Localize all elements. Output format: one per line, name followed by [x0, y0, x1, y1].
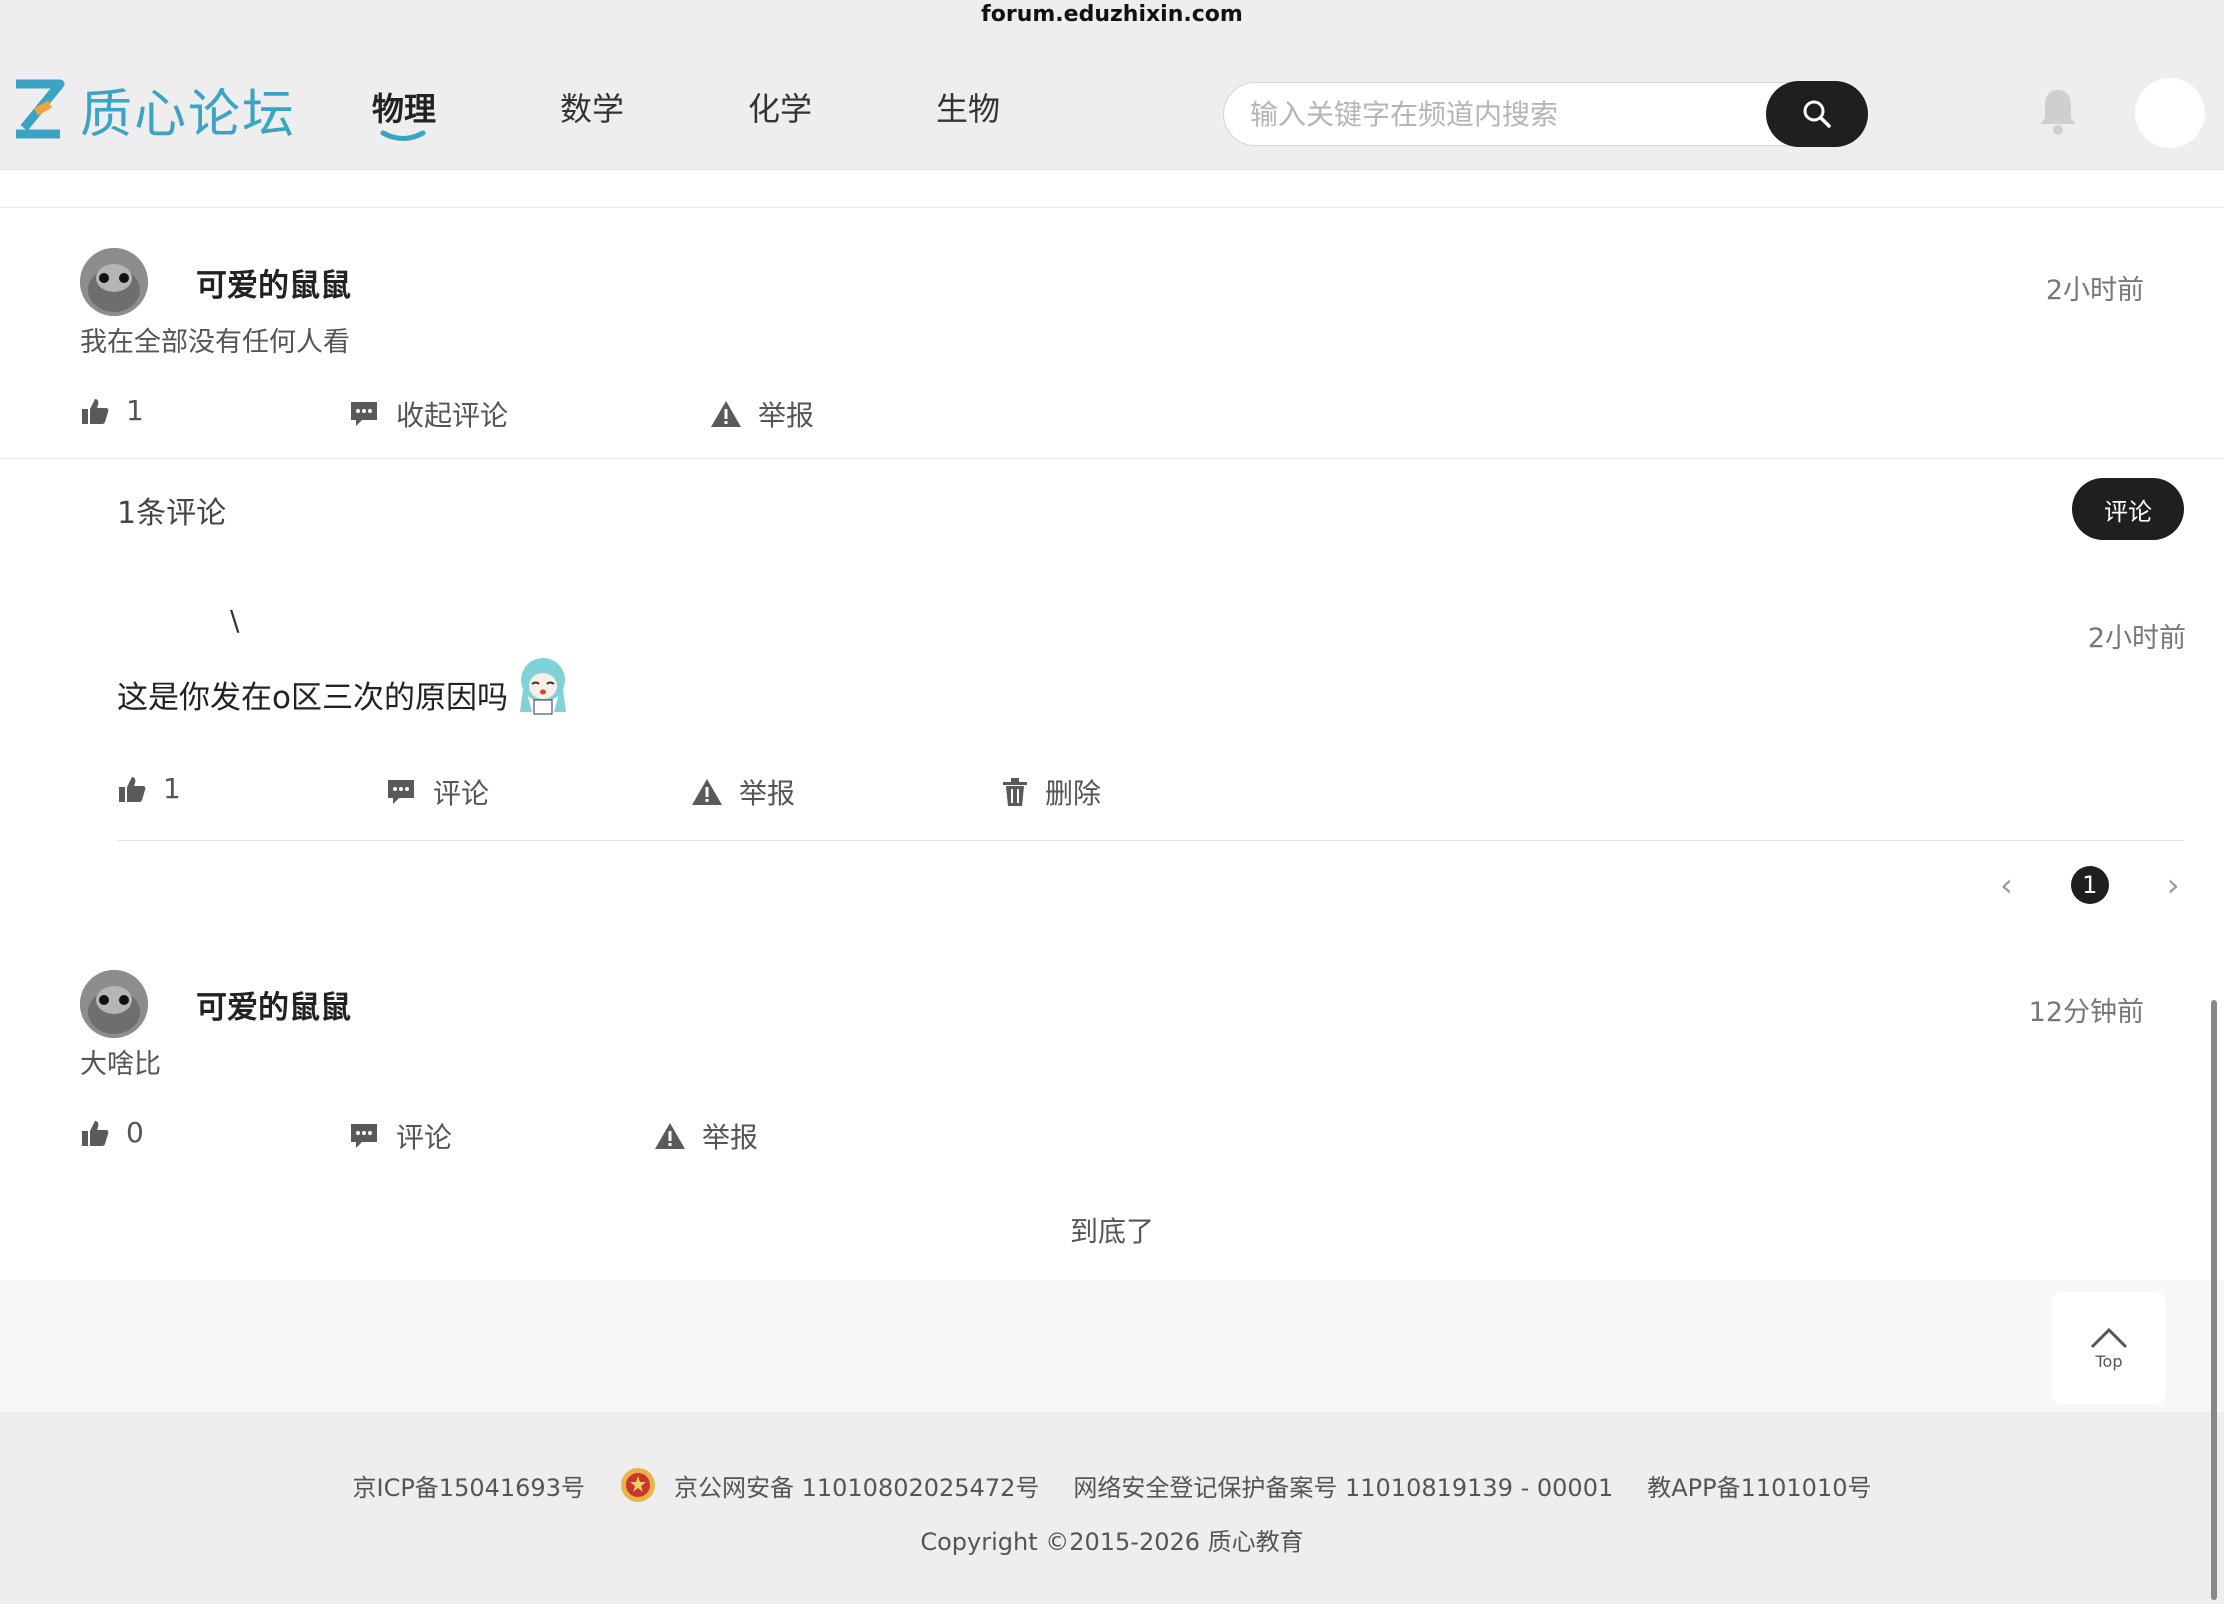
reply-delete-button[interactable]: 删除 [1001, 772, 1101, 812]
browser-url: forum.eduzhixin.com [0, 0, 2224, 34]
post-time: 12分钟前 [2028, 997, 2144, 1028]
post-actions: 1 收起评论 举报 [80, 394, 1280, 434]
comment-label: 收起评论 [396, 399, 509, 432]
nav-tab-label: 生物 [936, 90, 1001, 128]
like-button[interactable]: 1 [80, 394, 144, 427]
report-button[interactable]: 举报 [710, 394, 814, 434]
warning-icon [711, 401, 741, 427]
reply-report-button[interactable]: 举报 [691, 772, 795, 812]
next-page-button[interactable]: › [2167, 866, 2180, 904]
site-footer: 京ICP备15041693号 京公网安备 11010802025472号 网络安… [0, 1412, 2224, 1604]
warning-icon [692, 779, 722, 805]
thumbs-up-icon [82, 1120, 109, 1146]
author-avatar[interactable] [80, 248, 148, 316]
post-text: 我在全部没有任何人看 [80, 327, 350, 358]
page-number-current[interactable]: 1 [2070, 866, 2109, 904]
nav-tab-physics[interactable]: 物理 [372, 84, 436, 144]
police-record-link[interactable]: 京公网安备 11010802025472号 [674, 1468, 1039, 1503]
like-count: 1 [163, 772, 181, 805]
police-badge-icon [620, 1468, 655, 1502]
post-text: 大啥比 [80, 1049, 161, 1080]
end-of-list-text: 到底了 [1069, 1215, 1154, 1248]
post-list: 可爱的鼠鼠 2小时前 我在全部没有任何人看 1 收起评论 举报 1条评论 评论 … [0, 170, 2224, 1280]
site-header: 质心论坛 物理 数学 化学 生物 [0, 34, 2224, 170]
bell-icon[interactable] [2037, 86, 2079, 136]
zhixin-logo-icon [16, 79, 65, 139]
chevron-up-icon [2090, 1327, 2128, 1348]
trash-icon [1003, 778, 1027, 806]
report-label: 举报 [758, 399, 815, 432]
page-gap [0, 1280, 2224, 1412]
user-avatar[interactable] [2135, 78, 2205, 148]
pagination: ‹ 1 › [2000, 866, 2180, 904]
icp-link[interactable]: 京ICP备15041693号 [353, 1468, 585, 1503]
scrollbar[interactable] [2211, 1000, 2217, 1600]
author-avatar[interactable] [80, 970, 148, 1038]
subject-nav: 物理 数学 化学 生物 [372, 84, 1124, 144]
hamster-avatar-icon [80, 970, 148, 1038]
like-button[interactable]: 0 [80, 1116, 144, 1149]
nav-tab-label: 化学 [748, 90, 813, 128]
nav-tab-biology[interactable]: 生物 [936, 84, 1000, 144]
reply-time: 2小时前 [2087, 623, 2186, 654]
warning-icon [655, 1123, 685, 1149]
author-name[interactable]: 可爱的鼠鼠 [196, 260, 351, 305]
divider [0, 458, 2224, 459]
previous-post-actions-clipped [0, 170, 2224, 208]
toggle-comments-button[interactable]: 收起评论 [348, 394, 508, 434]
reply-actions: 1 评论 举报 删除 [117, 772, 1317, 812]
report-button[interactable]: 举报 [654, 1116, 758, 1156]
anime-sticker-icon [519, 658, 566, 715]
comment-count: 1条评论 [117, 496, 227, 531]
post-actions: 0 评论 举报 [80, 1116, 1280, 1156]
delete-label: 删除 [1045, 777, 1102, 810]
prev-page-button[interactable]: ‹ [2000, 866, 2013, 904]
comment-button[interactable]: 评论 [348, 1116, 452, 1156]
logo-text: 质心论坛 [80, 84, 297, 145]
like-count: 0 [126, 1116, 144, 1149]
reply-author-name[interactable]: \ [230, 604, 239, 637]
search-box [1223, 81, 1868, 147]
search-icon [1803, 100, 1831, 128]
comment-label: 评论 [433, 777, 490, 810]
nav-tab-label: 物理 [372, 90, 437, 128]
post-time: 2小时前 [2045, 275, 2144, 306]
active-tab-indicator [380, 130, 426, 141]
hamster-avatar-icon [80, 248, 148, 316]
security-record-link[interactable]: 网络安全登记保护备案号 11010819139 - 00001 [1073, 1468, 1613, 1503]
search-button[interactable] [1766, 81, 1868, 147]
divider [117, 840, 2184, 841]
reply-like-button[interactable]: 1 [117, 772, 181, 805]
like-count: 1 [126, 394, 144, 427]
app-record-link[interactable]: 教APP备1101010号 [1647, 1468, 1871, 1503]
write-comment-button[interactable]: 评论 [2072, 478, 2184, 540]
reply-comment-button[interactable]: 评论 [385, 772, 489, 812]
back-to-top-button[interactable]: Top [2052, 1292, 2166, 1404]
thumbs-up-icon [82, 398, 109, 424]
site-logo[interactable]: 质心论坛 [10, 74, 297, 145]
comment-icon [351, 402, 377, 426]
thumbs-up-icon [119, 776, 146, 802]
comment-label: 评论 [396, 1121, 453, 1154]
post-item: 可爱的鼠鼠 12分钟前 大啥比 0 评论 举报 [0, 930, 2224, 1250]
search-input[interactable] [1224, 97, 1744, 131]
post-item: 可爱的鼠鼠 2小时前 我在全部没有任何人看 1 收起评论 举报 [0, 208, 2224, 628]
nav-tab-chemistry[interactable]: 化学 [748, 84, 812, 144]
report-label: 举报 [739, 777, 796, 810]
reply-text: 这是你发在o区三次的原因吗 [117, 658, 576, 718]
reply-text-content: 这是你发在o区三次的原因吗 [117, 679, 508, 716]
nav-tab-label: 数学 [560, 90, 625, 128]
back-to-top-label: Top [2095, 1351, 2123, 1371]
copyright: Copyright ©2015-2026 质心教育 [920, 1528, 1304, 1556]
comment-icon [388, 780, 414, 804]
author-name[interactable]: 可爱的鼠鼠 [196, 982, 351, 1027]
footer-registrations: 京ICP备15041693号 京公网安备 11010802025472号 网络安… [0, 1466, 2224, 1504]
comment-icon [351, 1124, 377, 1148]
report-label: 举报 [702, 1121, 759, 1154]
nav-tab-math[interactable]: 数学 [560, 84, 624, 144]
